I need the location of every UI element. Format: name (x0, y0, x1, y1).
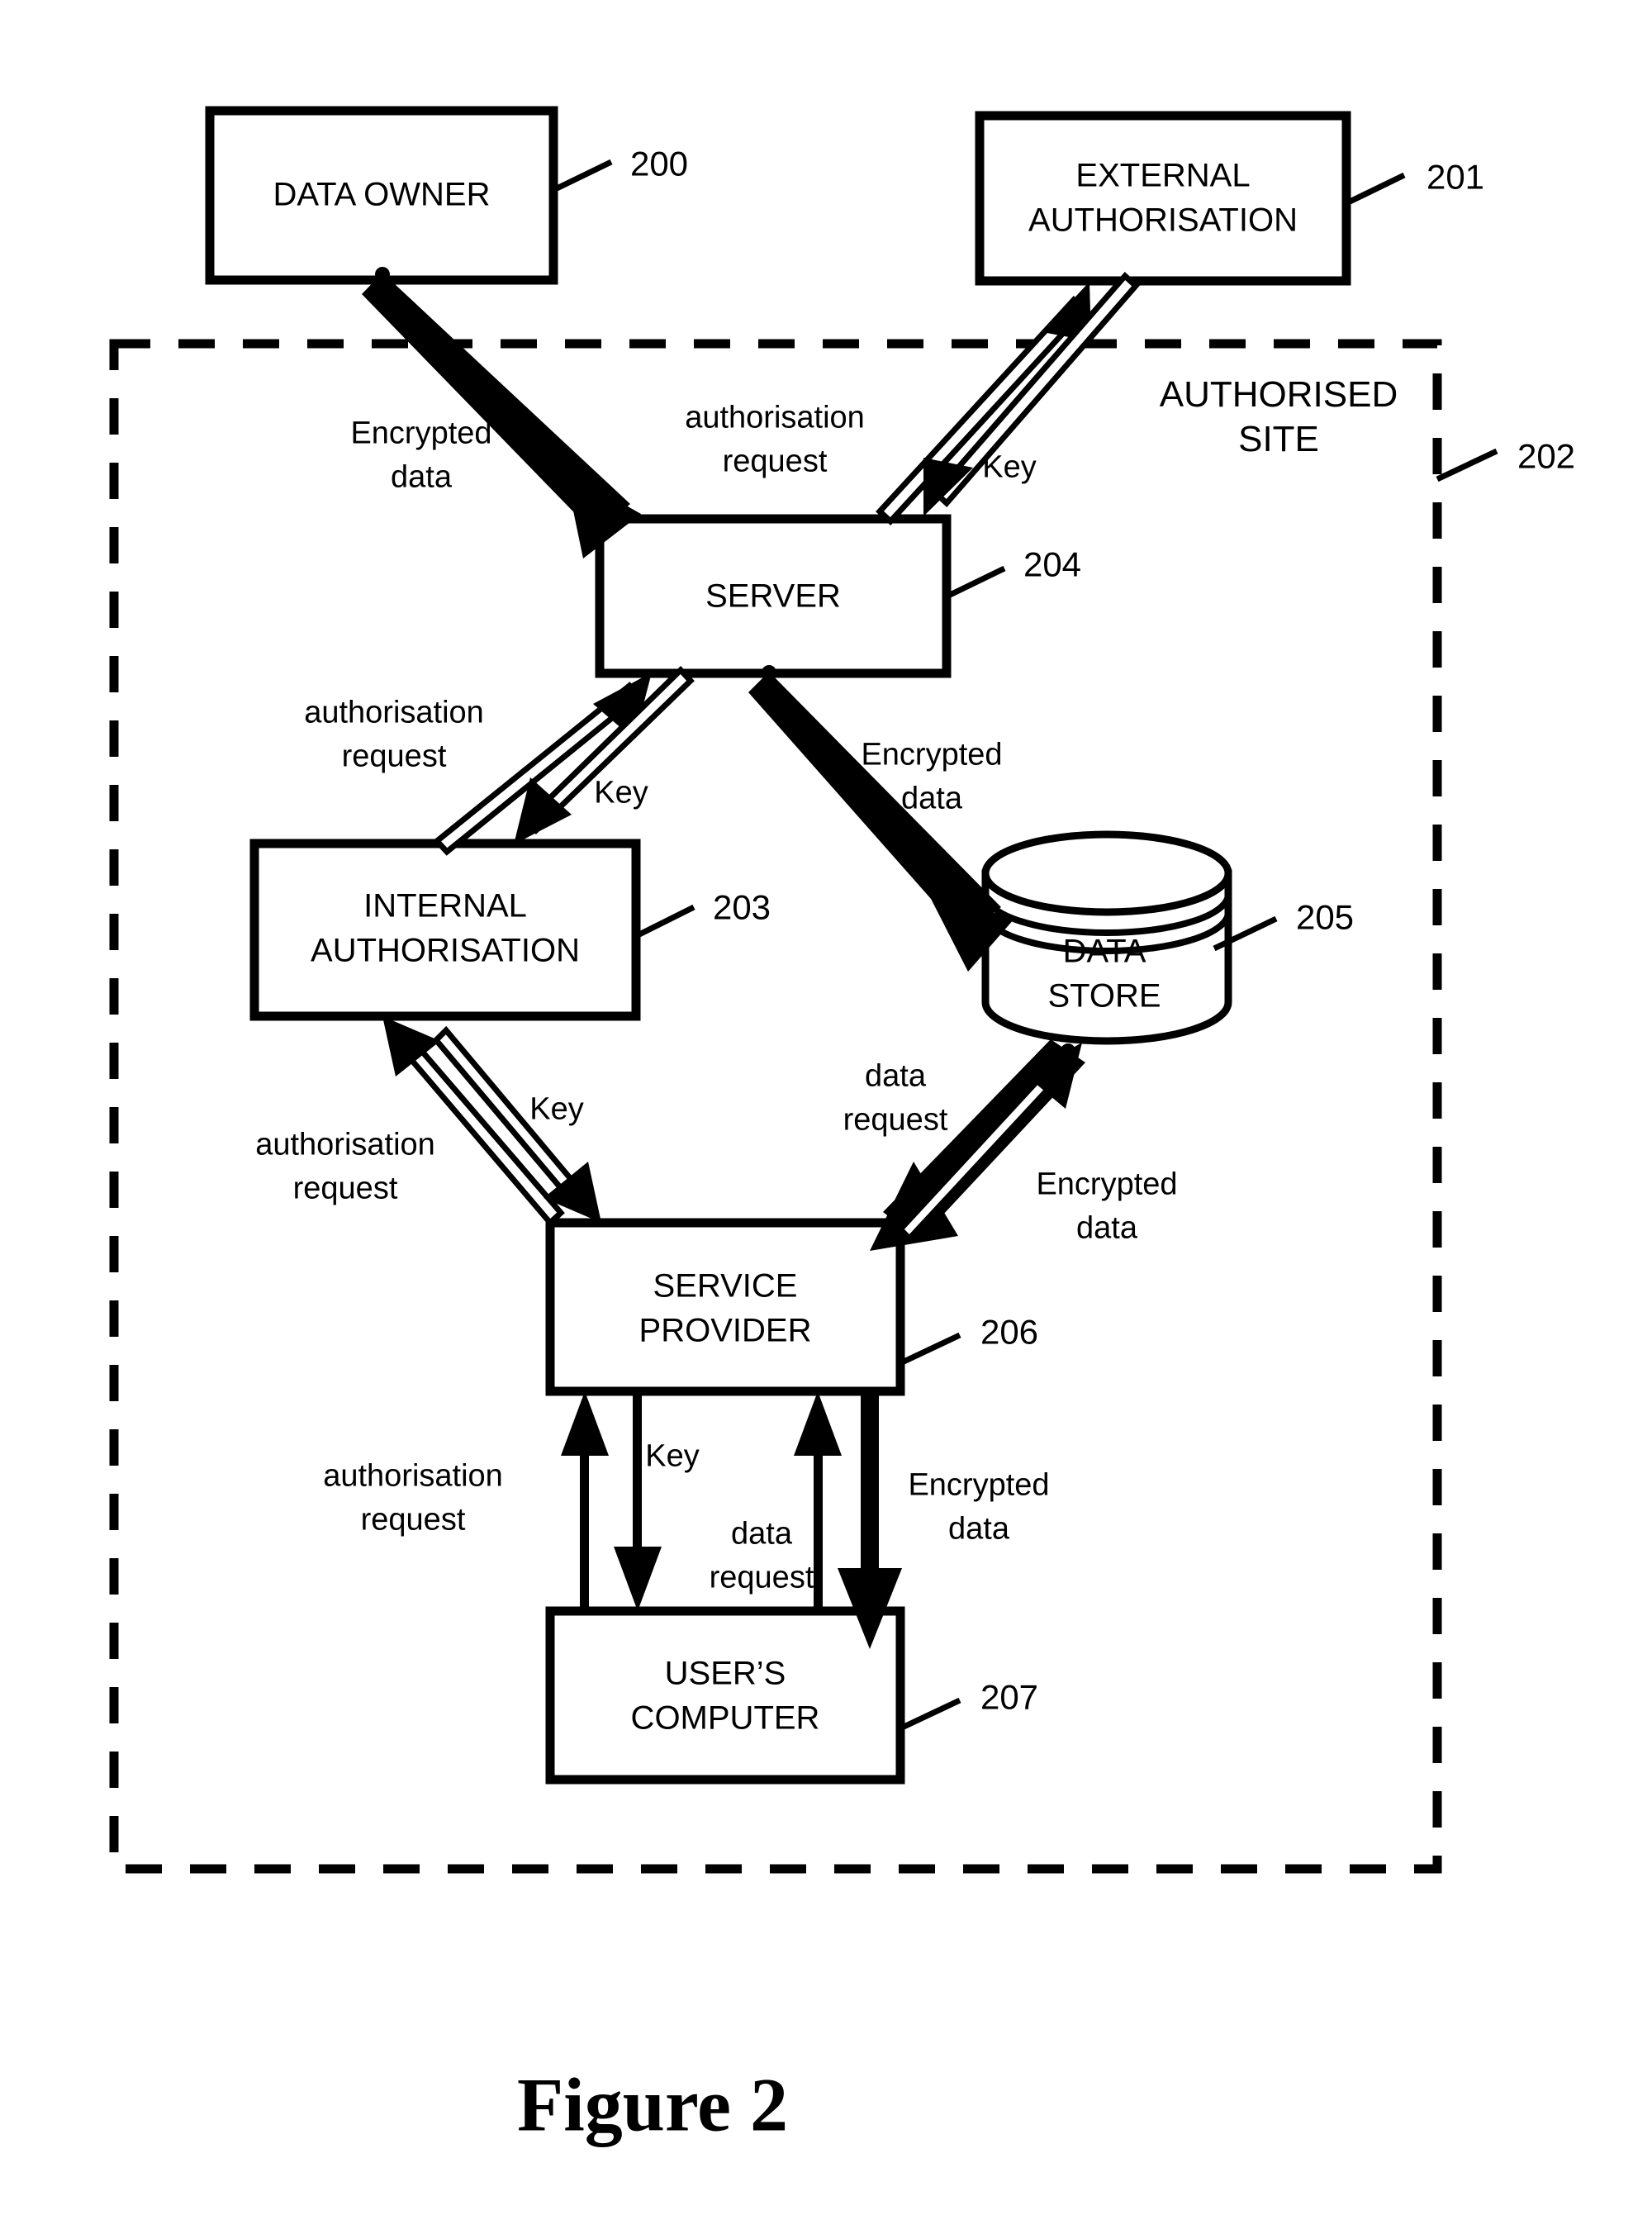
flow-label-user-sp-authreq-line2: request (360, 1502, 466, 1538)
ref-leader-203 (634, 904, 695, 939)
flow-label-server-int-authreq-line1: authorisation (304, 695, 484, 730)
authorised-site-label-line1: AUTHORISED (1159, 374, 1398, 416)
figure-2-diagram: DATA OWNER EXTERNAL AUTHORISATION SERVER… (0, 0, 1652, 2215)
ref-number-206: 206 (980, 1312, 1039, 1352)
flow-label-sp-user-encrypted-line2: data (948, 1511, 1009, 1547)
flow-label-sp-int-authreq-line1: authorisation (255, 1127, 435, 1162)
ref-number-205: 205 (1295, 897, 1355, 937)
internal-authorisation-label-line1: INTERNAL (363, 887, 527, 925)
ref-number-202: 202 (1517, 436, 1576, 476)
ref-leader-201 (1345, 172, 1406, 207)
flow-label-server-ext-authreq-line1: authorisation (685, 400, 865, 435)
flow-label-user-sp-datareq-line2: request (709, 1560, 814, 1595)
flow-label-user-sp-datareq-line1: data (731, 1516, 792, 1552)
ref-leader-200 (552, 159, 613, 193)
figure-caption: Figure 2 (517, 2062, 788, 2147)
flow-label-server-store-encrypted-line1: Encrypted (861, 737, 1003, 772)
flow-label-sp-user-key: Key (645, 1438, 700, 1474)
flow-label-sp-int-authreq-line2: request (292, 1171, 398, 1206)
flow-arrow-sp-user-key (614, 1391, 662, 1611)
flow-label-sp-user-encrypted-line1: Encrypted (908, 1467, 1050, 1503)
internal-authorisation-box (249, 839, 641, 1021)
service-provider-label-line2: PROVIDER (638, 1312, 812, 1349)
flow-label-server-ext-authreq-line2: request (722, 444, 828, 479)
flow-label-do-server-encrypted-line2: data (391, 459, 452, 495)
flow-label-server-int-authreq-line2: request (341, 739, 447, 774)
flow-label-store-sp-encrypted-line1: Encrypted (1036, 1167, 1178, 1202)
ref-number-200: 200 (629, 144, 689, 183)
flow-label-int-server-key: Key (594, 775, 648, 810)
data-store-label-line1: DATA (1062, 933, 1146, 970)
users-computer-box (545, 1606, 905, 1785)
flow-label-server-store-encrypted-line2: data (901, 781, 962, 816)
flow-label-store-sp-encrypted-line2: data (1076, 1210, 1137, 1246)
external-authorisation-label-line1: EXTERNAL (1075, 157, 1251, 194)
external-authorisation-box (975, 111, 1351, 286)
authorised-site-label-line2: SITE (1238, 419, 1319, 460)
ref-number-207: 207 (980, 1677, 1039, 1717)
users-computer-label-line2: COMPUTER (630, 1699, 820, 1737)
data-store-label-line2: STORE (1047, 977, 1161, 1015)
flow-label-sp-store-datareq-line1: data (865, 1058, 926, 1094)
internal-authorisation-label-line2: AUTHORISATION (311, 932, 580, 969)
ref-leader-206 (899, 1332, 961, 1367)
ref-leader-207 (899, 1697, 961, 1732)
flow-label-user-sp-authreq-line1: authorisation (323, 1458, 503, 1494)
flow-label-sp-store-datareq-line2: request (843, 1102, 948, 1138)
flow-arrow-server-ext-authreq (876, 282, 1091, 525)
ref-leader-202 (1436, 448, 1498, 482)
ref-number-204: 204 (1023, 544, 1082, 584)
flow-arrow-sp-store-datareq (896, 1043, 1082, 1243)
flow-label-do-server-encrypted-line1: Encrypted (350, 416, 492, 451)
server-label: SERVER (705, 578, 841, 615)
service-provider-label-line1: SERVICE (653, 1267, 798, 1305)
diagram-canvas (109, 106, 1498, 1874)
users-computer-label-line1: USER’S (664, 1655, 786, 1692)
flow-arrow-server-store-encrypted (748, 665, 1014, 972)
data-owner-label: DATA OWNER (273, 176, 491, 213)
flow-arrow-do-server-encrypted (362, 267, 641, 559)
service-provider-box (545, 1218, 905, 1396)
flow-label-ext-server-key: Key (982, 449, 1037, 485)
flow-arrow-user-sp-authreq (561, 1391, 609, 1613)
flow-label-int-sp-key: Key (529, 1091, 584, 1127)
ref-leader-204 (945, 565, 1006, 600)
ref-number-203: 203 (712, 887, 771, 927)
ref-number-201: 201 (1426, 157, 1485, 197)
external-authorisation-label-line2: AUTHORISATION (1028, 202, 1298, 239)
